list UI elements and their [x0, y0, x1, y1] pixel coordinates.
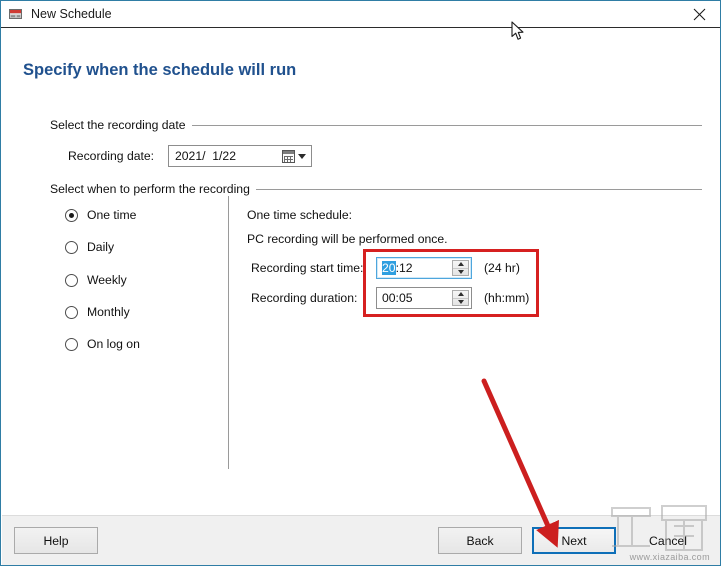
triangle-down-icon [458, 300, 464, 304]
dialog-body: Specify when the schedule will run Selec… [2, 28, 721, 515]
detail-description: PC recording will be performed once. [247, 232, 448, 246]
triangle-up-icon [458, 262, 464, 266]
radio-indicator [65, 241, 78, 254]
panel-divider [228, 194, 229, 469]
radio-indicator [65, 338, 78, 351]
chevron-down-icon [298, 154, 306, 159]
recording-date-label: Recording date: [68, 149, 154, 163]
start-time-spin-down[interactable] [453, 269, 468, 276]
cancel-button[interactable]: Cancel [626, 527, 710, 554]
help-button[interactable]: Help [14, 527, 98, 554]
close-icon [693, 8, 706, 21]
start-time-spin-up[interactable] [453, 261, 468, 269]
schedule-icon [8, 6, 24, 22]
duration-spin-up[interactable] [453, 291, 468, 299]
start-time-value: 20:12 [382, 261, 413, 275]
radio-monthly[interactable]: Monthly [65, 305, 130, 319]
triangle-up-icon [458, 292, 464, 296]
page-title: Specify when the schedule will run [23, 61, 296, 80]
new-schedule-window: New Schedule Specify when the schedule w… [0, 0, 721, 566]
duration-input[interactable]: 00:05 [376, 287, 472, 309]
duration-label: Recording duration: [251, 291, 357, 305]
radio-label: One time [87, 208, 136, 222]
start-time-input[interactable]: 20:12 [376, 257, 472, 279]
recording-date-value: 2021/ 1/22 [175, 149, 236, 163]
radio-label: Daily [87, 240, 114, 254]
recording-date-input[interactable]: 2021/ 1/22 [168, 145, 312, 167]
start-time-label: Recording start time: [251, 261, 363, 275]
mode-group-legend: Select when to perform the recording [50, 182, 256, 196]
start-time-spinner[interactable] [452, 260, 469, 276]
duration-value: 00:05 [382, 291, 413, 305]
duration-unit: (hh:mm) [484, 291, 529, 305]
recording-date-dropdown[interactable] [273, 148, 309, 164]
radio-on-log-on[interactable]: On log on [65, 337, 140, 351]
start-time-minutes: :12 [396, 261, 413, 275]
duration-spin-down[interactable] [453, 299, 468, 306]
start-time-hour-selection: 20 [382, 261, 396, 275]
date-group-legend: Select the recording date [50, 118, 192, 132]
radio-one-time[interactable]: One time [65, 208, 136, 222]
radio-label: Weekly [87, 273, 127, 287]
triangle-down-icon [458, 270, 464, 274]
radio-daily[interactable]: Daily [65, 240, 114, 254]
window-title: New Schedule [31, 6, 112, 22]
start-time-unit: (24 hr) [484, 261, 520, 275]
radio-label: On log on [87, 337, 140, 351]
detail-title: One time schedule: [247, 208, 352, 222]
radio-weekly[interactable]: Weekly [65, 273, 127, 287]
close-button[interactable] [677, 1, 721, 27]
dialog-footer: Help Back Next Cancel [2, 515, 721, 566]
duration-spinner[interactable] [452, 290, 469, 306]
calendar-icon [282, 150, 295, 163]
radio-indicator [65, 274, 78, 287]
back-button[interactable]: Back [438, 527, 522, 554]
radio-indicator [65, 209, 78, 222]
next-button[interactable]: Next [532, 527, 616, 554]
radio-label: Monthly [87, 305, 130, 319]
title-bar: New Schedule [1, 1, 721, 28]
radio-indicator [65, 306, 78, 319]
